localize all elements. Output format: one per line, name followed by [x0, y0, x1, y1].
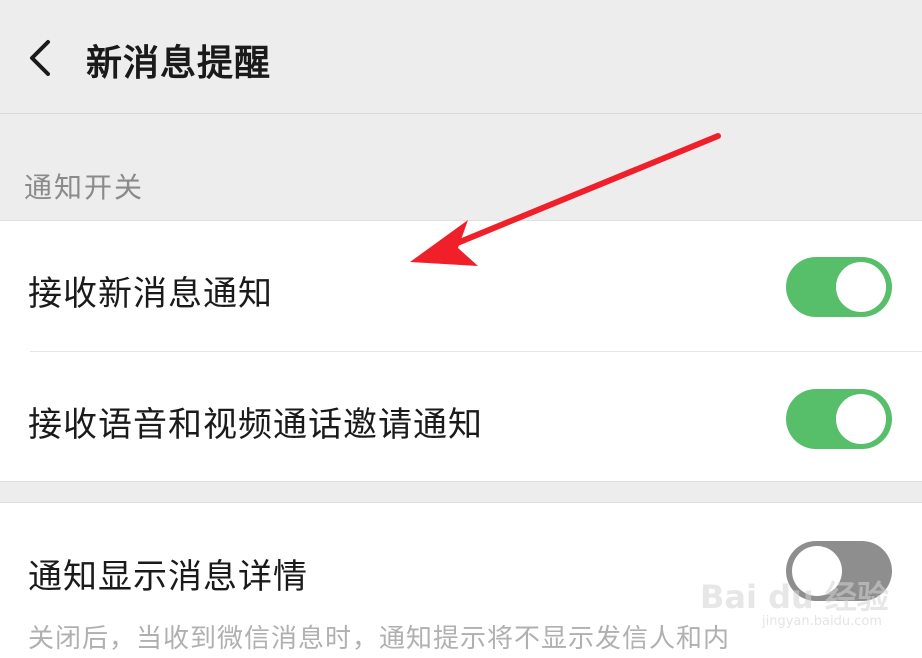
setting-label: 接收语音和视频通话邀请通知 [28, 405, 483, 445]
setting-label: 接收新消息通知 [28, 274, 273, 314]
chevron-left-icon[interactable] [20, 36, 64, 80]
top-bar: 新消息提醒 [0, 0, 922, 114]
setting-row-new-message[interactable]: 接收新消息通知 [0, 221, 922, 352]
call-invite-toggle[interactable] [786, 389, 892, 449]
page-title: 新消息提醒 [86, 43, 272, 84]
setting-description: 关闭后，当收到微信消息时，通知提示将不显示发信人和内 [28, 624, 731, 654]
section-header: 通知开关 [24, 171, 145, 204]
setting-row-call-invite[interactable]: 接收语音和视频通话邀请通知 [0, 352, 922, 483]
setting-label: 通知显示消息详情 [28, 557, 308, 597]
watermark-text: Bai du 经验 [700, 578, 889, 616]
toggle-knob [836, 394, 886, 444]
toggle-knob [836, 262, 886, 312]
watermark-logo: Bai du 经验 jingyan.baidu.com [700, 572, 900, 652]
new-message-toggle[interactable] [786, 257, 892, 317]
notification-switch-group: 接收新消息通知 接收语音和视频通话邀请通知 [0, 220, 922, 482]
watermark-subtext: jingyan.baidu.com [762, 614, 882, 629]
